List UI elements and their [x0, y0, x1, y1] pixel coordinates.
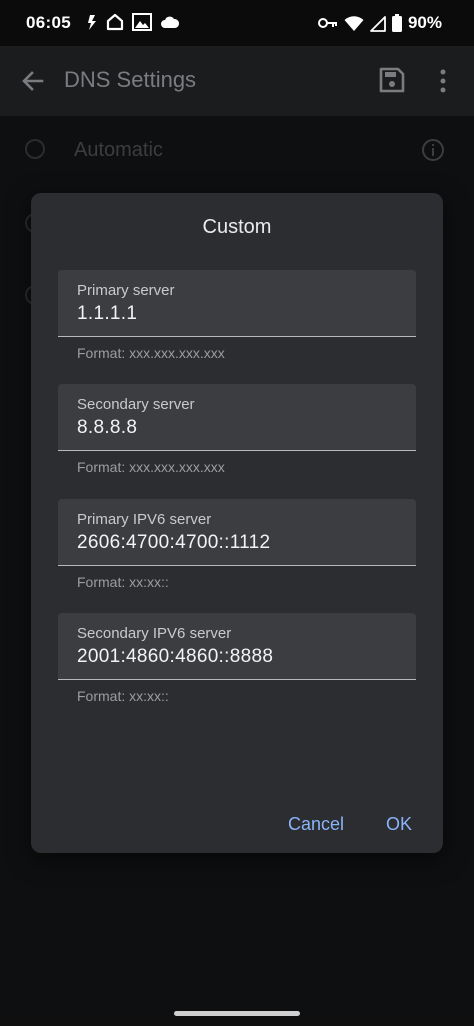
- primary-server-field[interactable]: Primary server 1.1.1.1 Format: xxx.xxx.x…: [58, 270, 416, 361]
- cancel-button[interactable]: Cancel: [288, 814, 344, 835]
- field-label: Primary server: [77, 282, 175, 299]
- more-vert-icon[interactable]: [434, 66, 452, 96]
- save-icon[interactable]: [378, 66, 406, 94]
- dialog-actions: Cancel OK: [288, 814, 412, 835]
- screen: 06:05 90% DNS Settings Automatic Custom …: [0, 0, 474, 1026]
- field-label: Secondary server: [77, 396, 195, 413]
- cloud-icon: [161, 16, 180, 28]
- text-field[interactable]: Secondary server 8.8.8.8: [58, 384, 416, 451]
- secondary-ipv6-server-input[interactable]: 2001:4860:4860::8888: [77, 646, 273, 668]
- primary-ipv6-server-input[interactable]: 2606:4700:4700::1112: [77, 532, 270, 554]
- battery-percent: 90%: [407, 13, 442, 32]
- gesture-nav-handle[interactable]: [174, 1011, 300, 1016]
- secondary-ipv6-server-field[interactable]: Secondary IPV6 server 2001:4860:4860::88…: [58, 613, 416, 704]
- text-field[interactable]: Primary server 1.1.1.1: [58, 270, 416, 337]
- secondary-server-input[interactable]: 8.8.8.8: [77, 417, 137, 439]
- primary-ipv6-server-field[interactable]: Primary IPV6 server 2606:4700:4700::1112…: [58, 499, 416, 590]
- status-time: 06:05: [26, 13, 71, 32]
- dialog-title: Custom: [202, 216, 272, 238]
- home-icon: [106, 13, 124, 31]
- secondary-server-field[interactable]: Secondary server 8.8.8.8 Format: xxx.xxx…: [58, 384, 416, 475]
- status-right-icons: 90%: [317, 13, 442, 33]
- field-helper-text: Format: xxx.xxx.xxx.xxx: [77, 459, 225, 475]
- status-bar: 06:05 90%: [0, 0, 474, 46]
- field-helper-text: Format: xx:xx::: [77, 688, 169, 704]
- battery-icon: [391, 14, 402, 32]
- text-field[interactable]: Secondary IPV6 server 2001:4860:4860::88…: [58, 613, 416, 680]
- wifi-icon: [344, 15, 364, 31]
- navigation-icon: [88, 15, 96, 30]
- primary-server-input[interactable]: 1.1.1.1: [77, 303, 137, 325]
- status-left-icons: [86, 13, 180, 31]
- image-icon: [132, 13, 152, 31]
- field-label: Secondary IPV6 server: [77, 625, 232, 642]
- app-bar: DNS Settings: [0, 46, 474, 116]
- page-title: DNS Settings: [64, 67, 197, 92]
- custom-dns-dialog: Custom Primary server 1.1.1.1 Format: xx…: [31, 193, 443, 853]
- field-helper-text: Format: xx:xx::: [77, 574, 169, 590]
- field-helper-text: Format: xxx.xxx.xxx.xxx: [77, 345, 225, 361]
- ok-button[interactable]: OK: [386, 814, 412, 835]
- field-label: Primary IPV6 server: [77, 511, 212, 528]
- signal-icon: [370, 15, 386, 32]
- text-field[interactable]: Primary IPV6 server 2606:4700:4700::1112: [58, 499, 416, 566]
- vpn-key-icon: [317, 18, 337, 28]
- back-arrow-icon[interactable]: [18, 66, 48, 96]
